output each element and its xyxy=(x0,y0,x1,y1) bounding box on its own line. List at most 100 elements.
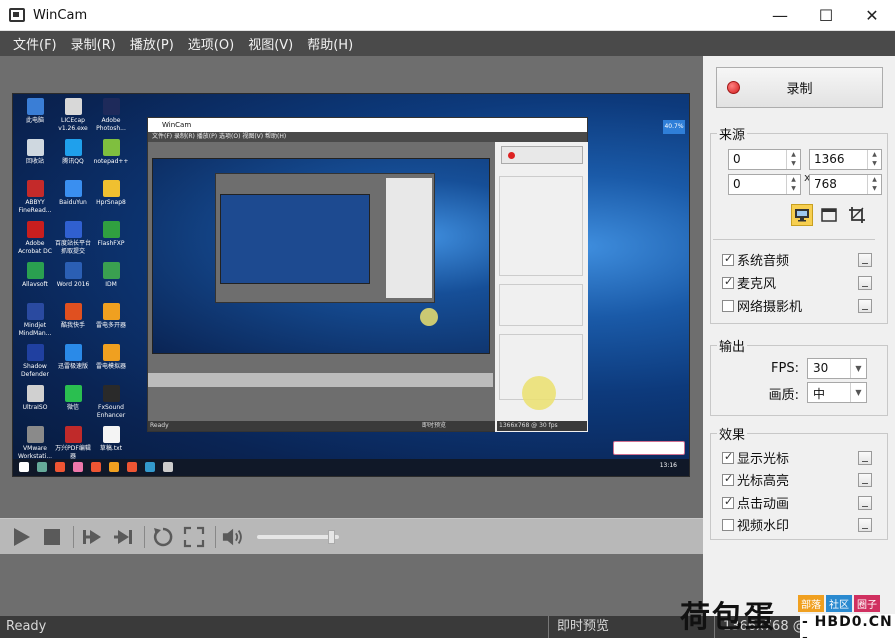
app-icon xyxy=(102,303,120,320)
spin-arrows-icon[interactable]: ▲ ▼ xyxy=(786,150,800,169)
desktop-icon-label: 雷电多开器 xyxy=(95,322,126,329)
record-label: 录制 xyxy=(786,82,813,97)
desktop-icon-label: 草稿.txt xyxy=(99,445,123,452)
app-icon xyxy=(26,139,44,156)
menu-view[interactable]: 视图(V) xyxy=(241,34,300,53)
source-height-input[interactable]: 768 ▲ ▼ xyxy=(809,174,882,195)
video-watermark-label: 视频水印 xyxy=(737,519,790,534)
loop-button[interactable] xyxy=(151,525,175,549)
spin-arrows-icon[interactable]: ▲ ▼ xyxy=(867,175,881,194)
screen-preview: 此电脑 LICEcap v1.26.exe Adobe Photosh... 回收站 腾… xyxy=(12,93,690,477)
stop-button[interactable] xyxy=(40,525,64,549)
close-button[interactable]: ✕ xyxy=(849,0,895,31)
volume-button[interactable] xyxy=(222,525,246,549)
source-legend: 来源 xyxy=(719,128,746,143)
control-separator xyxy=(215,525,216,548)
minimize-button[interactable]: — xyxy=(757,0,803,31)
maximize-button[interactable]: ☐ xyxy=(803,0,849,31)
microphone-row[interactable]: 麦克风 xyxy=(722,273,872,292)
preview-area: 此电脑 LICEcap v1.26.exe Adobe Photosh... 回收站 腾… xyxy=(0,56,703,616)
show-cursor-row[interactable]: 显示光标 xyxy=(722,448,872,467)
zoom-percent-badge: 40.7% xyxy=(663,120,685,134)
webcam-checkbox[interactable] xyxy=(722,299,734,312)
click-animation-checkbox[interactable] xyxy=(722,495,734,509)
system-audio-settings-button[interactable] xyxy=(858,252,872,267)
ime-toolbar xyxy=(613,441,685,455)
nested-status-preview: 即时预览 xyxy=(422,422,447,429)
desktop-icon-label: ABBYY FineRead... xyxy=(18,199,52,214)
chevron-down-icon[interactable]: ▼ xyxy=(850,359,866,378)
desktop-icon-label: Word 2016 xyxy=(56,281,90,288)
cursor-highlight-checkbox[interactable] xyxy=(722,472,734,486)
source-window-button[interactable] xyxy=(818,204,840,226)
desktop-icon: Shadow Defender xyxy=(15,344,55,379)
skip-end-button[interactable] xyxy=(111,525,135,549)
source-region-button[interactable] xyxy=(846,204,868,226)
desktop-icon-label: Adobe Photosh... xyxy=(96,117,126,132)
nested-nested-preview xyxy=(220,194,370,284)
system-audio-checkbox[interactable] xyxy=(722,252,734,266)
menu-options[interactable]: 选项(O) xyxy=(181,34,241,53)
source-y-value: 0 xyxy=(733,177,741,191)
skip-start-icon xyxy=(83,529,101,544)
microphone-settings-button[interactable] xyxy=(858,275,872,290)
desktop-icon-label: 此电脑 xyxy=(25,117,44,124)
play-button[interactable] xyxy=(9,525,33,549)
app-icon xyxy=(102,98,120,115)
menu-file[interactable]: 文件(F) xyxy=(6,34,64,53)
desktop-icon-label: FxSound Enhancer xyxy=(96,404,126,419)
desktop-icon-label: 雷电模拟器 xyxy=(95,363,126,370)
nested-menu: 文件(F) 录制(R) 播放(P) 选项(O) 视图(V) 帮助(H) xyxy=(148,132,587,142)
title-bar: WinCam — ☐ ✕ xyxy=(0,0,895,31)
source-divider xyxy=(713,239,875,240)
nested-wincam-window: WinCam 文件(F) 录制(R) 播放(P) 选项(O) 视图(V) 帮助(… xyxy=(147,117,588,432)
menu-record[interactable]: 录制(R) xyxy=(64,34,123,53)
webcam-row[interactable]: 网络摄影机 xyxy=(722,296,872,315)
nested-nested-side xyxy=(386,178,432,298)
microphone-checkbox[interactable] xyxy=(722,275,734,289)
cursor-highlight-settings-button[interactable] xyxy=(858,472,872,487)
webcam-settings-button[interactable] xyxy=(858,298,872,313)
window-title: WinCam xyxy=(33,7,88,23)
video-watermark-checkbox[interactable] xyxy=(722,518,734,531)
desktop-icon: HprSnap8 xyxy=(91,180,131,207)
desktop-icons: 此电脑 LICEcap v1.26.exe Adobe Photosh... 回收站 腾… xyxy=(13,94,143,462)
desktop-icon: ABBYY FineRead... xyxy=(15,180,55,215)
fps-select[interactable]: 30 ▼ xyxy=(807,358,867,379)
chevron-down-icon[interactable]: ▼ xyxy=(850,383,866,402)
source-screen-button[interactable] xyxy=(791,204,813,226)
source-width-input[interactable]: 1366 ▲ ▼ xyxy=(809,149,882,170)
control-separator xyxy=(144,525,145,548)
video-watermark-settings-button[interactable] xyxy=(858,517,872,532)
video-watermark-row[interactable]: 视频水印 xyxy=(722,515,872,534)
desktop-icon: 雷电多开器 xyxy=(91,303,131,330)
spin-arrows-icon[interactable]: ▲ ▼ xyxy=(786,175,800,194)
source-y-input[interactable]: 0 ▲ ▼ xyxy=(728,174,801,195)
desktop-icon: 此电脑 xyxy=(15,98,55,125)
desktop-icon-label: 回收站 xyxy=(25,158,44,165)
click-animation-row[interactable]: 点击动画 xyxy=(722,493,872,512)
cursor-highlight-row[interactable]: 光标高亮 xyxy=(722,470,872,489)
menu-help[interactable]: 帮助(H) xyxy=(300,34,360,53)
spin-arrows-icon[interactable]: ▲ ▼ xyxy=(867,150,881,169)
show-cursor-checkbox[interactable] xyxy=(722,450,734,464)
record-button[interactable]: 录制 xyxy=(716,67,883,108)
menu-play[interactable]: 播放(P) xyxy=(123,34,181,53)
fps-value: 30 xyxy=(813,361,829,375)
source-x-input[interactable]: 0 ▲ ▼ xyxy=(728,149,801,170)
menu-bar: 文件(F) 录制(R) 播放(P) 选项(O) 视图(V) 帮助(H) xyxy=(0,31,895,56)
volume-slider[interactable] xyxy=(257,529,339,544)
skip-start-button[interactable] xyxy=(80,525,104,549)
watermark-url: - HBD0.CN - xyxy=(800,614,895,638)
click-animation-settings-button[interactable] xyxy=(858,495,872,510)
desktop-icon-label: IDM xyxy=(105,281,117,288)
quality-select[interactable]: 中 ▼ xyxy=(807,382,867,403)
watermark-tag: 社区 xyxy=(826,595,852,612)
fullscreen-button[interactable] xyxy=(182,525,206,549)
volume-slider-thumb[interactable] xyxy=(328,529,335,544)
playback-controls xyxy=(0,518,703,554)
desktop-icon-label: notepad++ xyxy=(93,158,129,165)
system-audio-row[interactable]: 系统音频 xyxy=(722,250,872,269)
tray-clock: 13:16 xyxy=(659,462,677,469)
show-cursor-settings-button[interactable] xyxy=(858,450,872,465)
